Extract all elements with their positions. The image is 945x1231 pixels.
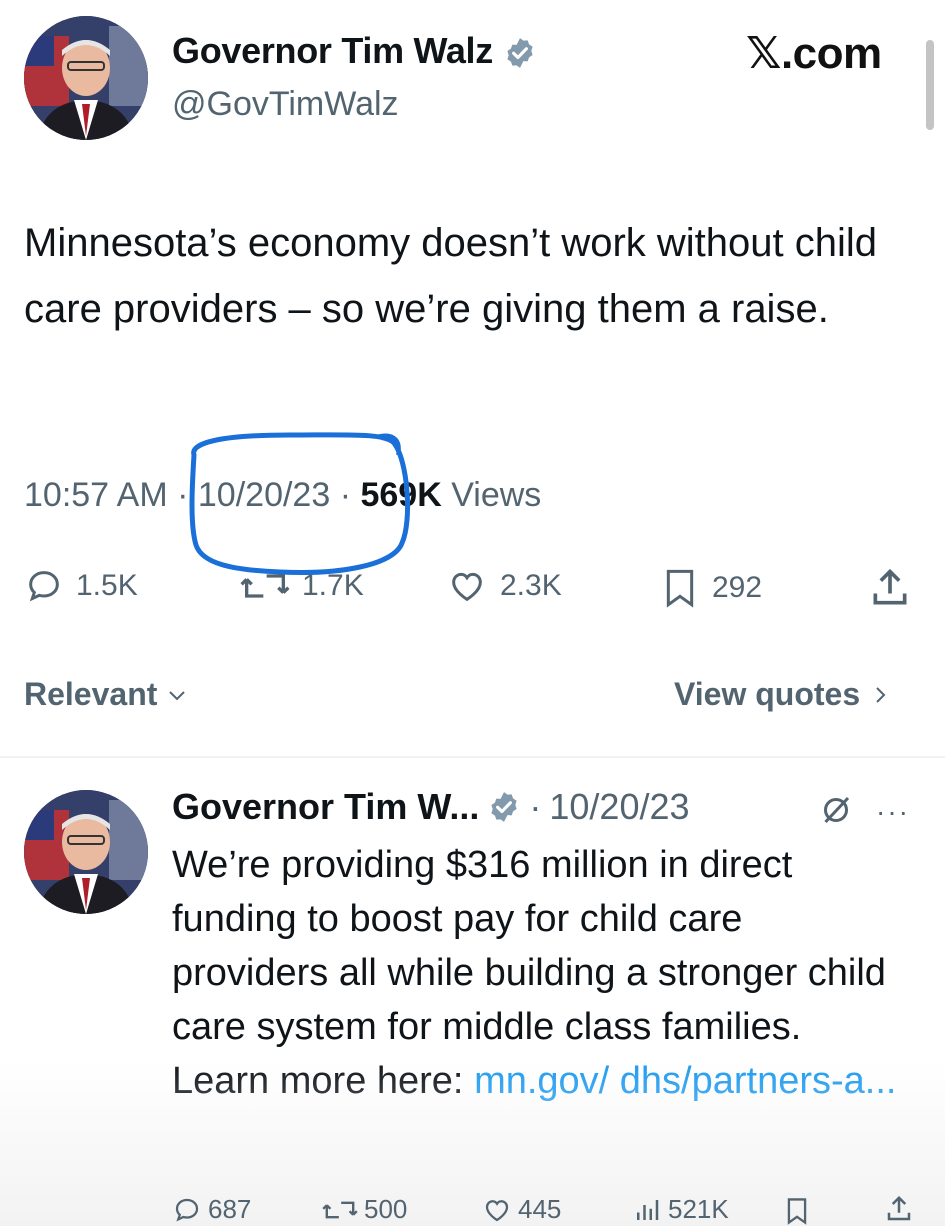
bookmark-icon bbox=[787, 1198, 807, 1225]
avatar-photo bbox=[24, 16, 148, 140]
like-button[interactable]: 2.3K bbox=[446, 566, 562, 606]
comment-icon bbox=[29, 571, 59, 602]
reply-reply-button[interactable]: 687 bbox=[172, 1194, 251, 1225]
sort-label: Relevant bbox=[24, 676, 158, 712]
reply-text: We’re providing $316 million in direct f… bbox=[172, 838, 902, 1108]
view-quotes-label: View quotes bbox=[674, 676, 861, 712]
grok-icon[interactable] bbox=[818, 792, 854, 828]
view-quotes-link[interactable]: View quotes bbox=[674, 676, 892, 713]
reply-author-name[interactable]: Governor Tim W... bbox=[172, 786, 479, 828]
chevron-down-icon bbox=[169, 690, 186, 700]
tweet-text: Minnesota’s economy doesn’t work without… bbox=[24, 221, 878, 331]
reply-views-count: 521K bbox=[668, 1194, 729, 1224]
annotation-circle bbox=[189, 432, 411, 575]
comment-icon bbox=[175, 1198, 199, 1221]
reply-repost-count: 500 bbox=[364, 1194, 408, 1224]
repost-button[interactable]: 1.7K bbox=[240, 566, 364, 606]
share-button[interactable] bbox=[868, 566, 912, 615]
reply-like-button[interactable]: 445 bbox=[482, 1194, 561, 1225]
share-icon bbox=[887, 1195, 911, 1221]
bookmark-icon bbox=[666, 569, 694, 608]
views-label: Views bbox=[451, 476, 542, 514]
reply-header: Governor Tim W... · 10/20/23 bbox=[172, 786, 690, 828]
heart-icon bbox=[452, 572, 482, 602]
bookmark-count: 292 bbox=[712, 571, 763, 604]
divider bbox=[0, 756, 945, 758]
share-icon bbox=[873, 568, 907, 605]
author-name[interactable]: Governor Tim Walz bbox=[172, 30, 493, 71]
bookmark-button[interactable]: 292 bbox=[660, 566, 762, 610]
scrollbar[interactable] bbox=[926, 40, 934, 130]
repost-icon bbox=[322, 1201, 358, 1218]
repost-icon bbox=[240, 574, 290, 598]
more-options-icon[interactable]: ··· bbox=[876, 796, 910, 828]
reply-avatar-photo bbox=[24, 790, 148, 914]
reply-share-button[interactable] bbox=[884, 1194, 914, 1229]
reply-link[interactable]: mn.gov/ dhs/partners-a... bbox=[474, 1060, 896, 1102]
tweet-time[interactable]: 10:57 AM bbox=[24, 476, 168, 514]
repost-count: 1.7K bbox=[302, 569, 364, 602]
verified-badge-icon bbox=[491, 792, 517, 822]
verified-badge-icon bbox=[507, 38, 533, 69]
views-chart-icon bbox=[637, 1199, 659, 1220]
like-count: 2.3K bbox=[500, 569, 562, 602]
reply-button[interactable]: 1.5K bbox=[24, 566, 138, 606]
heart-icon bbox=[485, 1199, 509, 1221]
author-handle[interactable]: @GovTimWalz bbox=[172, 85, 399, 124]
reply-avatar[interactable] bbox=[24, 790, 148, 914]
reply-meta-separator: · bbox=[529, 786, 542, 827]
chevron-right-icon bbox=[876, 686, 886, 703]
reply-count: 1.5K bbox=[76, 569, 138, 602]
avatar[interactable] bbox=[24, 16, 148, 140]
sort-dropdown[interactable]: Relevant bbox=[24, 676, 189, 713]
x-com-watermark: 𝕏.com bbox=[746, 29, 882, 78]
reply-repost-button[interactable]: 500 bbox=[322, 1194, 407, 1225]
reply-date[interactable]: 10/20/23 bbox=[549, 786, 689, 828]
reply-views-button[interactable]: 521K bbox=[632, 1194, 729, 1225]
reply-like-count: 445 bbox=[518, 1194, 562, 1224]
reply-reply-count: 687 bbox=[208, 1194, 252, 1224]
